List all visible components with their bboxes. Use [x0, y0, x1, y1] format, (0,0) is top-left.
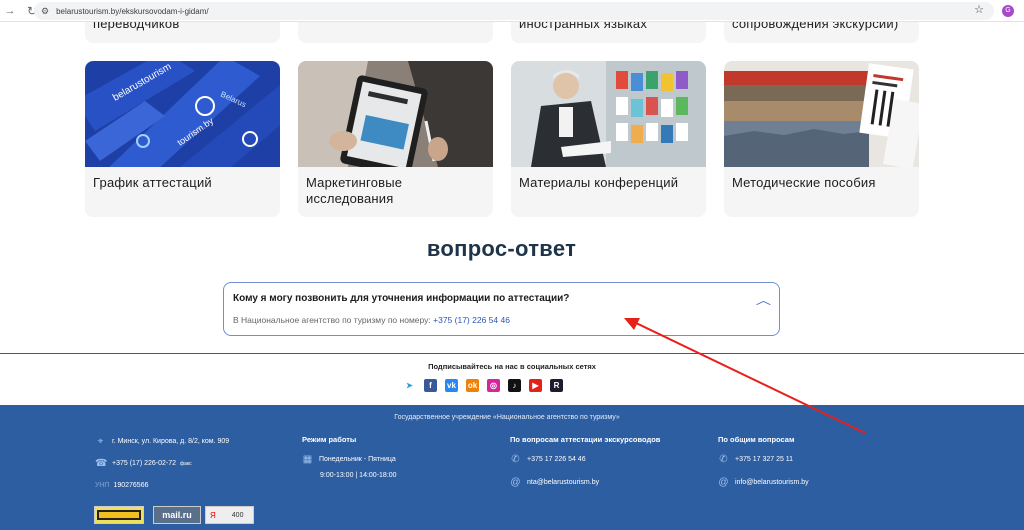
mailru-counter[interactable]: mail.ru [153, 506, 201, 524]
card-marketing-research[interactable]: Маркетинговые исследования [298, 61, 493, 217]
instagram-icon[interactable]: ◎ [487, 379, 500, 392]
url-text[interactable]: belarustourism.by/ekskursovodam-i-gidam/ [56, 7, 209, 16]
footer-unp: УНП 190276566 [95, 482, 149, 489]
schedule-hours: 9:00-13:00 | 14:00-18:00 [320, 472, 397, 479]
card-certification-schedule[interactable]: belarustourism tourism.by Belarus График… [85, 61, 280, 217]
faq-answer-phone-link[interactable]: +375 (17) 226 54 46 [433, 315, 510, 325]
card-top-2[interactable] [298, 22, 493, 43]
yandex-value: 400 [231, 511, 244, 519]
profile-avatar[interactable]: G [1002, 5, 1014, 17]
forward-arrow-icon[interactable]: → [2, 5, 18, 17]
faq-heading: вопрос-ответ [426, 236, 577, 261]
faq-answer-text: В Национальное агентство по туризму по н… [233, 315, 431, 325]
map-pin-icon: ⌖ [97, 436, 104, 447]
phone-icon: ✆ [511, 454, 520, 465]
general-email[interactable]: info@belarustourism.by [735, 479, 809, 486]
lanyards-image: belarustourism tourism.by Belarus [85, 61, 280, 167]
email-icon: @ [510, 477, 521, 488]
schedule-days-line: ▦ Понедельник - Пятница [302, 454, 396, 465]
browser-toolbar: → ↻ ⚙ belarustourism.by/ekskursovodam-i-… [0, 0, 1024, 22]
phone-icon: ✆ [719, 454, 728, 465]
card-title: Материалы конференций [519, 175, 679, 190]
telegram-icon[interactable]: ➤ [403, 379, 416, 392]
unp-label: УНП [95, 482, 110, 489]
vk-icon[interactable]: vk [445, 379, 458, 392]
card-title: Методические пособия [732, 175, 876, 190]
card-translators[interactable]: переводчиков [85, 22, 280, 43]
yandex-counter[interactable]: Я 400 [205, 506, 254, 524]
schedule-days: Понедельник - Пятница [319, 456, 396, 463]
section-divider [0, 353, 1024, 354]
youtube-icon[interactable]: ▶ [529, 379, 542, 392]
yandex-icon: Я [210, 510, 216, 520]
calendar-icon: ▦ [302, 454, 313, 465]
footer-fax: ☎ +375 (17) 226-02-72 факс [95, 458, 192, 469]
address-text: г. Минск, ул. Кирова, д. 8/2, ком. 909 [112, 438, 230, 445]
card-foreign-languages[interactable]: иностранных языках [511, 22, 706, 43]
tablet-image [298, 61, 493, 167]
cert-phone-line: ✆ +375 17 226 54 46 [510, 454, 586, 465]
books-image [724, 61, 919, 167]
cert-email[interactable]: nta@belarustourism.by [527, 479, 599, 486]
fax-label: факс [180, 460, 192, 467]
site-settings-icon[interactable]: ⚙ [41, 6, 49, 17]
bookmark-star-icon[interactable]: ☆ [974, 3, 984, 16]
card-title: График аттестаций [93, 175, 212, 190]
address-bar[interactable]: ⚙ belarustourism.by/ekskursovodam-i-gida… [34, 2, 994, 20]
card-title: сопровождения экскурсий) [732, 22, 899, 31]
social-links: ➤ f vk ok ◎ ♪ ▶ R [403, 379, 563, 392]
fax-icon: ☎ [95, 458, 108, 469]
footer-org-name: Государственное учреждение «Национальное… [394, 414, 620, 421]
email-icon: @ [718, 477, 729, 488]
cert-phone[interactable]: +375 17 226 54 46 [527, 456, 586, 463]
social-title: Подписывайтесь на нас в социальных сетях [428, 362, 596, 371]
card-methodical-guides[interactable]: Методические пособия [724, 61, 919, 217]
card-title: переводчиков [93, 22, 180, 31]
general-phone[interactable]: +375 17 327 25 11 [735, 456, 793, 463]
faq-answer: В Национальное агентство по туризму по н… [233, 315, 510, 325]
chevron-up-icon[interactable]: ︿ [756, 292, 771, 308]
footer: Государственное учреждение «Национальное… [0, 405, 1024, 530]
fax-phone[interactable]: +375 (17) 226-02-72 [112, 460, 176, 467]
faq-item[interactable]: Кому я могу позвонить для уточнения инфо… [223, 282, 780, 336]
conference-image [511, 61, 706, 167]
tiktok-icon[interactable]: ♪ [508, 379, 521, 392]
odnoklassniki-icon[interactable]: ok [466, 379, 479, 392]
cert-title: По вопросам аттестации экскурсоводов [510, 435, 661, 444]
facebook-icon[interactable]: f [424, 379, 437, 392]
card-excursion-support[interactable]: сопровождения экскурсий) [724, 22, 919, 43]
general-phone-line: ✆ +375 17 327 25 11 [718, 454, 793, 465]
mailru-label: mail.ru [162, 510, 192, 520]
footer-address: ⌖ г. Минск, ул. Кирова, д. 8/2, ком. 909 [95, 436, 230, 447]
card-conference-materials[interactable]: Материалы конференций [511, 61, 706, 217]
cert-email-line: @ nta@belarustourism.by [510, 477, 599, 488]
faq-question[interactable]: Кому я могу позвонить для уточнения инфо… [233, 293, 569, 304]
rutube-icon[interactable]: R [550, 379, 563, 392]
card-title: иностранных языках [519, 22, 648, 31]
general-email-line: @ info@belarustourism.by [718, 477, 809, 488]
schedule-title: Режим работы [302, 435, 357, 444]
card-title: Маркетинговые исследования [306, 175, 403, 206]
counter-badge[interactable] [94, 506, 144, 524]
unp-value: 190276566 [113, 482, 149, 489]
general-title: По общим вопросам [718, 435, 795, 444]
